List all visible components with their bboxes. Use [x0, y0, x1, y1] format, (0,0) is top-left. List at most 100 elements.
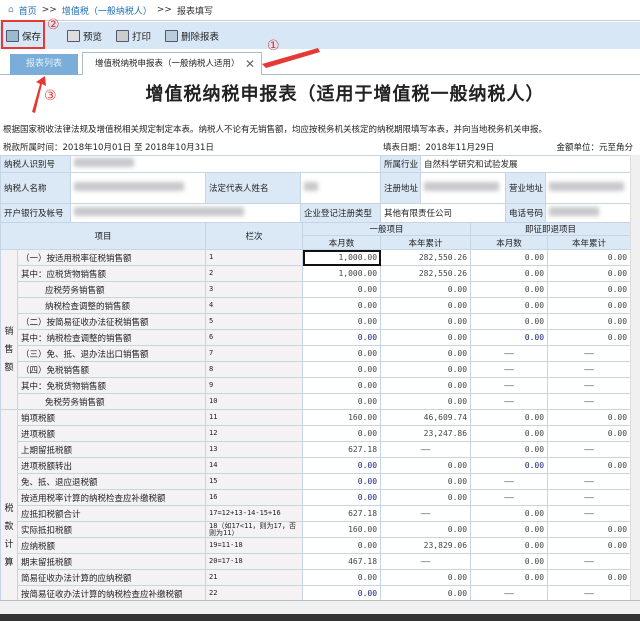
value-cell[interactable]: 627.18: [302, 441, 382, 458]
toolbar: 保存 预览 打印 删除报表: [0, 22, 640, 49]
value-cell[interactable]: 0.00: [380, 393, 472, 410]
value-cell[interactable]: 282,550.26: [380, 265, 472, 282]
home-icon[interactable]: ⌂: [8, 5, 14, 15]
table-row: 上期留抵税额 13 627.18 —— 0.00 ——: [1, 441, 632, 458]
preview-button[interactable]: 预览: [67, 29, 102, 43]
value-cell[interactable]: 0.00: [547, 409, 632, 426]
value-cell[interactable]: 0.00: [470, 313, 549, 330]
value-cell: ——: [547, 473, 632, 490]
value-cell[interactable]: 23,247.86: [380, 425, 472, 442]
tab-report-list[interactable]: 报表列表: [10, 54, 78, 75]
value-cell[interactable]: 0.00: [302, 425, 382, 442]
industry-value: 自然科学研究和试验发展: [420, 155, 632, 173]
value-cell[interactable]: 0.00: [547, 265, 632, 282]
value-cell[interactable]: 0.00: [470, 249, 549, 266]
value-cell[interactable]: 0.00: [380, 521, 472, 538]
value-cell[interactable]: 0.00: [302, 377, 382, 394]
value-cell[interactable]: 0.00: [470, 409, 549, 426]
value-cell[interactable]: 0.00: [380, 377, 472, 394]
value-cell[interactable]: 0.00: [470, 457, 549, 474]
value-cell: ——: [470, 473, 549, 490]
value-cell[interactable]: 0.00: [470, 537, 549, 554]
header-line: 栏次: [205, 222, 304, 250]
table-row: （四）免税销售额 8 0.00 0.00 —— ——: [1, 361, 632, 378]
value-cell[interactable]: 0.00: [380, 489, 472, 506]
value-cell[interactable]: 0.00: [302, 345, 382, 362]
value-cell[interactable]: 282,550.26: [380, 249, 472, 266]
value-cell[interactable]: 0.00: [547, 537, 632, 554]
value-cell[interactable]: 0.00: [547, 281, 632, 298]
value-cell[interactable]: 0.00: [547, 329, 632, 346]
value-cell[interactable]: 0.00: [302, 361, 382, 378]
value-cell[interactable]: 0.00: [380, 361, 472, 378]
value-cell[interactable]: 0.00: [547, 297, 632, 314]
value-cell: ——: [470, 361, 549, 378]
value-cell[interactable]: 0.00: [470, 441, 549, 458]
value-cell[interactable]: 627.18: [302, 505, 382, 522]
value-cell[interactable]: 160.00: [302, 521, 382, 538]
breadcrumb-vat[interactable]: 增值税（一般纳税人）: [62, 4, 152, 17]
value-cell[interactable]: 1,000.00: [302, 249, 382, 266]
row-line: 11: [205, 409, 304, 426]
value-cell[interactable]: 0.00: [380, 457, 472, 474]
row-line: 8: [205, 361, 304, 378]
value-cell[interactable]: 0.00: [380, 473, 472, 490]
value-cell[interactable]: 0.00: [470, 297, 549, 314]
value-cell[interactable]: 0.00: [470, 553, 549, 570]
delete-report-button[interactable]: 删除报表: [165, 29, 219, 43]
vat-return-table: 项目 栏次 一般项目 即征即退项目 本月数 本年累计 本月数 本年累计 销售额（…: [0, 222, 632, 602]
print-button[interactable]: 打印: [116, 29, 151, 43]
value-cell[interactable]: 23,829.06: [380, 537, 472, 554]
value-cell[interactable]: 0.00: [380, 329, 472, 346]
vertical-scrollbar[interactable]: [630, 155, 640, 600]
horizontal-scrollbar[interactable]: [0, 600, 640, 614]
value-cell[interactable]: 0.00: [470, 265, 549, 282]
value-cell[interactable]: 0.00: [380, 345, 472, 362]
value-cell[interactable]: 0.00: [302, 393, 382, 410]
value-cell: ——: [547, 377, 632, 394]
value-cell[interactable]: 0.00: [380, 297, 472, 314]
value-cell: ——: [470, 393, 549, 410]
value-cell[interactable]: 0.00: [547, 569, 632, 586]
value-cell[interactable]: 467.18: [302, 553, 382, 570]
legal-rep-label: 法定代表人姓名: [205, 172, 301, 204]
value-cell[interactable]: 0.00: [302, 537, 382, 554]
row-item: 免税劳务销售额: [16, 393, 207, 410]
tab-vat-return[interactable]: 增值税纳税申报表（一般纳税人适用） ✕: [82, 52, 262, 75]
value-cell[interactable]: 0.00: [302, 281, 382, 298]
breadcrumb-home[interactable]: 首页: [19, 4, 37, 17]
value-cell[interactable]: 0.00: [470, 425, 549, 442]
close-icon[interactable]: ✕: [245, 53, 255, 75]
value-cell[interactable]: 0.00: [302, 457, 382, 474]
value-cell[interactable]: 0.00: [302, 473, 382, 490]
value-cell[interactable]: 0.00: [547, 425, 632, 442]
row-item: 应税劳务销售额: [16, 281, 207, 298]
table-row: 应税劳务销售额 3 0.00 0.00 0.00 0.00: [1, 281, 632, 298]
value-cell[interactable]: 0.00: [547, 313, 632, 330]
value-cell[interactable]: 0.00: [547, 457, 632, 474]
value-cell[interactable]: 160.00: [302, 409, 382, 426]
header-item: 项目: [0, 222, 207, 250]
row-item: 应纳税额: [16, 537, 207, 554]
value-cell[interactable]: 0.00: [470, 329, 549, 346]
value-cell[interactable]: 0.00: [380, 313, 472, 330]
value-cell[interactable]: 0.00: [302, 329, 382, 346]
value-cell[interactable]: 1,000.00: [302, 265, 382, 282]
value-cell[interactable]: 0.00: [302, 297, 382, 314]
value-cell[interactable]: 0.00: [302, 569, 382, 586]
reg-address-label: 注册地址: [380, 172, 422, 204]
value-cell[interactable]: 0.00: [547, 521, 632, 538]
save-button[interactable]: 保存: [6, 29, 41, 43]
value-cell[interactable]: 0.00: [302, 489, 382, 506]
value-cell[interactable]: 0.00: [470, 569, 549, 586]
value-cell[interactable]: 46,609.74: [380, 409, 472, 426]
value-cell[interactable]: 0.00: [302, 313, 382, 330]
value-cell[interactable]: 0.00: [470, 521, 549, 538]
value-cell: ——: [547, 441, 632, 458]
value-cell[interactable]: 0.00: [470, 281, 549, 298]
value-cell[interactable]: 0.00: [380, 569, 472, 586]
value-cell[interactable]: 0.00: [380, 281, 472, 298]
value-cell[interactable]: 0.00: [470, 505, 549, 522]
value-cell[interactable]: 0.00: [547, 249, 632, 266]
row-line: 4: [205, 297, 304, 314]
